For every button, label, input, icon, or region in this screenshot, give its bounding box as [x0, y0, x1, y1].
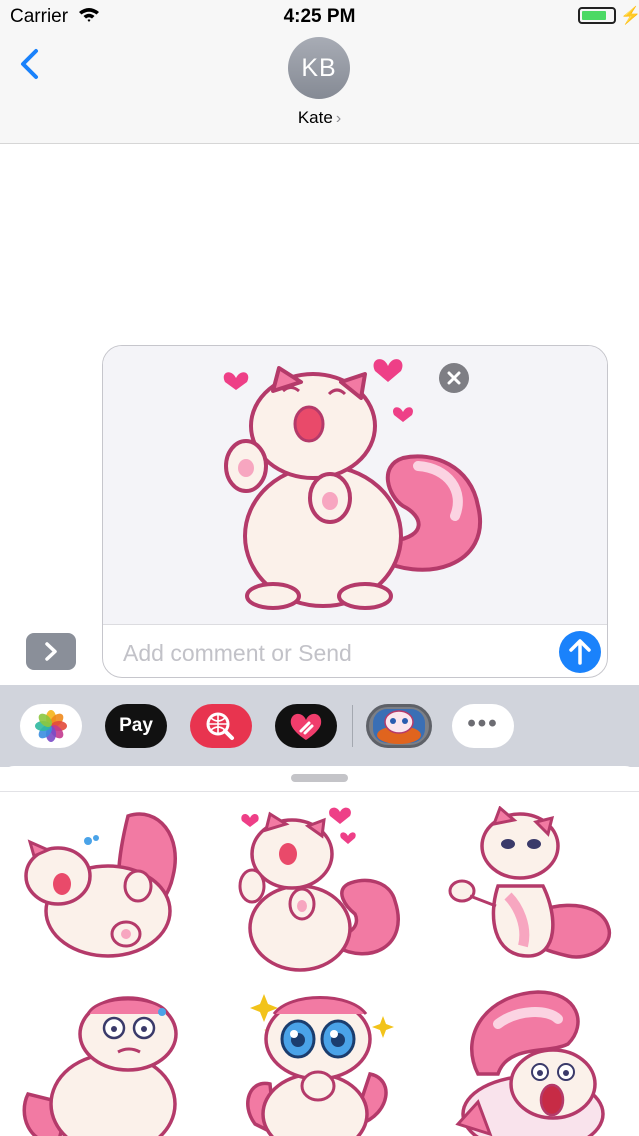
contact-name-button[interactable]: Kate ›	[0, 108, 639, 128]
panel-divider	[0, 791, 639, 792]
sticker-cat-worried[interactable]	[18, 984, 198, 1136]
sticker-cat-big-eyes[interactable]	[230, 984, 410, 1136]
back-button[interactable]	[14, 42, 48, 86]
app-drawer: Pay •••	[0, 685, 639, 767]
photos-icon	[35, 710, 67, 742]
more-icon: •••	[467, 710, 499, 737]
message-input[interactable]: Add comment or Send	[123, 636, 543, 670]
sticker-panel	[0, 766, 639, 1136]
cat-hearts-sticker-preview	[223, 359, 482, 610]
send-button[interactable]	[559, 631, 601, 673]
chevron-right-icon	[45, 642, 57, 661]
messages-screen: Carrier 4:25 PM ⚡ KB Kate › Add comment …	[0, 0, 639, 1136]
cat-sticker-icon	[373, 709, 425, 744]
compose-field[interactable]: Add comment or Send	[102, 345, 608, 678]
chevron-left-icon	[21, 49, 38, 79]
sticker-cat-waving[interactable]	[448, 806, 628, 974]
close-icon	[447, 371, 461, 385]
battery-icon	[578, 7, 616, 24]
charging-bolt-icon: ⚡	[620, 6, 639, 25]
conversation-header: KB Kate ›	[0, 34, 639, 144]
arrow-up-icon	[569, 639, 591, 665]
app-divider	[352, 705, 353, 747]
remove-attachment-button[interactable]	[439, 363, 469, 393]
pay-label: Pay	[119, 715, 153, 736]
avatar[interactable]: KB	[288, 37, 350, 99]
contact-name: Kate	[297, 108, 333, 127]
sticker-cat-hearts-happy[interactable]	[230, 806, 410, 974]
heart-hand-icon	[290, 713, 322, 740]
expand-apps-button[interactable]	[26, 633, 76, 670]
sticker-preview	[103, 346, 607, 625]
digital-touch-app-button[interactable]	[275, 704, 337, 748]
clock: 4:25 PM	[283, 6, 356, 27]
battery-level	[582, 11, 606, 20]
status-bar: Carrier 4:25 PM ⚡	[0, 0, 639, 34]
sticker-pack-app-button[interactable]	[366, 704, 432, 748]
panel-grabber[interactable]	[291, 774, 348, 782]
image-search-app-button[interactable]	[190, 704, 252, 748]
photos-app-button[interactable]	[20, 704, 82, 748]
search-globe-icon	[206, 712, 234, 740]
apple-pay-button[interactable]: Pay	[105, 704, 167, 748]
sticker-cat-screaming[interactable]	[448, 984, 628, 1136]
sticker-cat-rolling-laughing[interactable]	[18, 806, 198, 974]
more-apps-button[interactable]: •••	[452, 704, 514, 748]
chevron-right-icon: ›	[335, 110, 342, 127]
